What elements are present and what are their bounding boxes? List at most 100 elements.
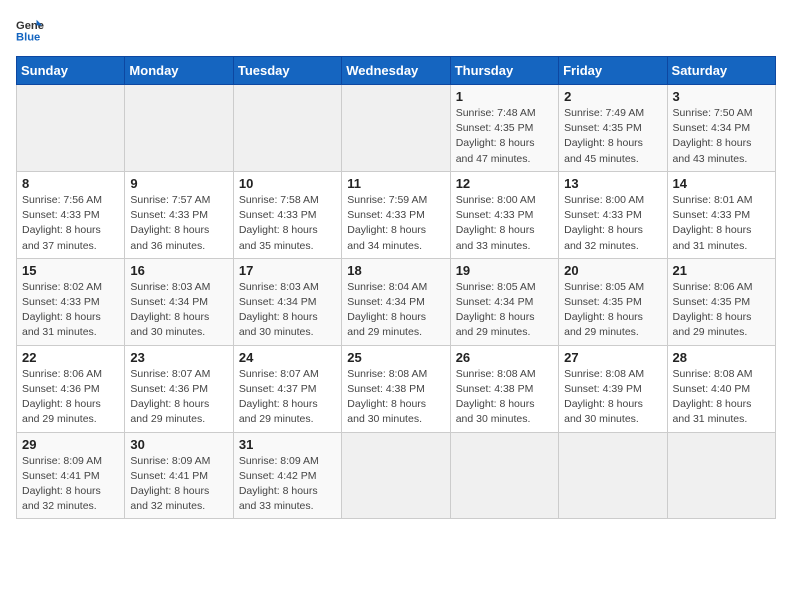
weekday-header: Tuesday xyxy=(233,57,341,85)
logo: General Blue xyxy=(16,16,44,44)
calendar-week-row: 15 Sunrise: 8:02 AMSunset: 4:33 PMDayligh… xyxy=(17,258,776,345)
day-number: 8 xyxy=(22,176,119,191)
weekday-header: Sunday xyxy=(17,57,125,85)
day-detail: Sunrise: 8:05 AMSunset: 4:35 PMDaylight:… xyxy=(564,280,661,341)
calendar-cell xyxy=(17,85,125,172)
logo-icon: General Blue xyxy=(16,16,44,44)
calendar-week-row: 29 Sunrise: 8:09 AMSunset: 4:41 PMDayligh… xyxy=(17,432,776,519)
day-number: 14 xyxy=(673,176,770,191)
day-number: 20 xyxy=(564,263,661,278)
day-number: 12 xyxy=(456,176,553,191)
day-detail: Sunrise: 7:56 AMSunset: 4:33 PMDaylight:… xyxy=(22,193,119,254)
day-number: 2 xyxy=(564,89,661,104)
calendar-cell: 23 Sunrise: 8:07 AMSunset: 4:36 PMDayligh… xyxy=(125,345,233,432)
calendar-cell: 27 Sunrise: 8:08 AMSunset: 4:39 PMDayligh… xyxy=(559,345,667,432)
calendar-cell xyxy=(450,432,558,519)
calendar-body: 1Sunrise: 7:48 AMSunset: 4:35 PMDaylight… xyxy=(17,85,776,519)
day-detail: Sunrise: 8:07 AMSunset: 4:37 PMDaylight:… xyxy=(239,367,336,428)
day-detail: Sunrise: 8:03 AMSunset: 4:34 PMDaylight:… xyxy=(239,280,336,341)
calendar-week-row: 1Sunrise: 7:48 AMSunset: 4:35 PMDaylight… xyxy=(17,85,776,172)
calendar-header-row: SundayMondayTuesdayWednesdayThursdayFrid… xyxy=(17,57,776,85)
calendar-cell: 15 Sunrise: 8:02 AMSunset: 4:33 PMDayligh… xyxy=(17,258,125,345)
calendar-cell xyxy=(342,85,450,172)
day-detail: Sunrise: 8:07 AMSunset: 4:36 PMDaylight:… xyxy=(130,367,227,428)
calendar-week-row: 8 Sunrise: 7:56 AMSunset: 4:33 PMDaylight… xyxy=(17,171,776,258)
calendar-cell: 25Sunrise: 8:08 AMSunset: 4:38 PMDayligh… xyxy=(342,345,450,432)
calendar-cell: 3Sunrise: 7:50 AMSunset: 4:34 PMDaylight… xyxy=(667,85,775,172)
day-detail: Sunrise: 8:00 AMSunset: 4:33 PMDaylight:… xyxy=(456,193,553,254)
svg-text:Blue: Blue xyxy=(16,31,40,43)
calendar-cell: 9 Sunrise: 7:57 AMSunset: 4:33 PMDaylight… xyxy=(125,171,233,258)
calendar-cell: 26 Sunrise: 8:08 AMSunset: 4:38 PMDayligh… xyxy=(450,345,558,432)
calendar-cell: 21Sunrise: 8:06 AMSunset: 4:35 PMDayligh… xyxy=(667,258,775,345)
day-number: 18 xyxy=(347,263,444,278)
day-number: 10 xyxy=(239,176,336,191)
day-detail: Sunrise: 8:09 AMSunset: 4:41 PMDaylight:… xyxy=(22,454,119,515)
weekday-header: Friday xyxy=(559,57,667,85)
calendar-cell: 22 Sunrise: 8:06 AMSunset: 4:36 PMDayligh… xyxy=(17,345,125,432)
day-number: 22 xyxy=(22,350,119,365)
calendar-cell: 12 Sunrise: 8:00 AMSunset: 4:33 PMDayligh… xyxy=(450,171,558,258)
day-detail: Sunrise: 8:05 AMSunset: 4:34 PMDaylight:… xyxy=(456,280,553,341)
calendar-cell xyxy=(233,85,341,172)
day-detail: Sunrise: 8:09 AMSunset: 4:41 PMDaylight:… xyxy=(130,454,227,515)
calendar-cell xyxy=(667,432,775,519)
weekday-header: Thursday xyxy=(450,57,558,85)
day-detail: Sunrise: 7:50 AMSunset: 4:34 PMDaylight:… xyxy=(673,106,770,167)
calendar-cell xyxy=(125,85,233,172)
day-number: 23 xyxy=(130,350,227,365)
day-detail: Sunrise: 8:06 AMSunset: 4:35 PMDaylight:… xyxy=(673,280,770,341)
day-detail: Sunrise: 7:49 AMSunset: 4:35 PMDaylight:… xyxy=(564,106,661,167)
calendar-week-row: 22 Sunrise: 8:06 AMSunset: 4:36 PMDayligh… xyxy=(17,345,776,432)
day-detail: Sunrise: 8:04 AMSunset: 4:34 PMDaylight:… xyxy=(347,280,444,341)
day-number: 9 xyxy=(130,176,227,191)
calendar-cell: 10 Sunrise: 7:58 AMSunset: 4:33 PMDayligh… xyxy=(233,171,341,258)
calendar-cell: 17 Sunrise: 8:03 AMSunset: 4:34 PMDayligh… xyxy=(233,258,341,345)
day-number: 31 xyxy=(239,437,336,452)
calendar-cell: 29 Sunrise: 8:09 AMSunset: 4:41 PMDayligh… xyxy=(17,432,125,519)
day-number: 19 xyxy=(456,263,553,278)
day-detail: Sunrise: 8:00 AMSunset: 4:33 PMDaylight:… xyxy=(564,193,661,254)
calendar-cell: 24Sunrise: 8:07 AMSunset: 4:37 PMDayligh… xyxy=(233,345,341,432)
day-detail: Sunrise: 8:06 AMSunset: 4:36 PMDaylight:… xyxy=(22,367,119,428)
calendar-cell: 1Sunrise: 7:48 AMSunset: 4:35 PMDaylight… xyxy=(450,85,558,172)
day-detail: Sunrise: 8:02 AMSunset: 4:33 PMDaylight:… xyxy=(22,280,119,341)
calendar-cell: 11 Sunrise: 7:59 AMSunset: 4:33 PMDayligh… xyxy=(342,171,450,258)
calendar-table: SundayMondayTuesdayWednesdayThursdayFrid… xyxy=(16,56,776,519)
calendar-cell: 28Sunrise: 8:08 AMSunset: 4:40 PMDayligh… xyxy=(667,345,775,432)
calendar-cell: 13 Sunrise: 8:00 AMSunset: 4:33 PMDayligh… xyxy=(559,171,667,258)
day-detail: Sunrise: 7:59 AMSunset: 4:33 PMDaylight:… xyxy=(347,193,444,254)
calendar-cell xyxy=(342,432,450,519)
day-number: 15 xyxy=(22,263,119,278)
day-detail: Sunrise: 8:08 AMSunset: 4:38 PMDaylight:… xyxy=(456,367,553,428)
day-number: 27 xyxy=(564,350,661,365)
day-number: 25 xyxy=(347,350,444,365)
day-number: 1 xyxy=(456,89,553,104)
day-number: 17 xyxy=(239,263,336,278)
calendar-cell: 16 Sunrise: 8:03 AMSunset: 4:34 PMDayligh… xyxy=(125,258,233,345)
day-number: 11 xyxy=(347,176,444,191)
day-detail: Sunrise: 8:08 AMSunset: 4:40 PMDaylight:… xyxy=(673,367,770,428)
day-number: 13 xyxy=(564,176,661,191)
calendar-cell: 8 Sunrise: 7:56 AMSunset: 4:33 PMDaylight… xyxy=(17,171,125,258)
calendar-cell: 14 Sunrise: 8:01 AMSunset: 4:33 PMDayligh… xyxy=(667,171,775,258)
day-number: 26 xyxy=(456,350,553,365)
calendar-cell: 20 Sunrise: 8:05 AMSunset: 4:35 PMDayligh… xyxy=(559,258,667,345)
calendar-cell: 31 Sunrise: 8:09 AMSunset: 4:42 PMDayligh… xyxy=(233,432,341,519)
calendar-cell: 18 Sunrise: 8:04 AMSunset: 4:34 PMDayligh… xyxy=(342,258,450,345)
weekday-header: Wednesday xyxy=(342,57,450,85)
day-detail: Sunrise: 8:09 AMSunset: 4:42 PMDaylight:… xyxy=(239,454,336,515)
day-number: 29 xyxy=(22,437,119,452)
day-detail: Sunrise: 7:57 AMSunset: 4:33 PMDaylight:… xyxy=(130,193,227,254)
calendar-cell: 30 Sunrise: 8:09 AMSunset: 4:41 PMDayligh… xyxy=(125,432,233,519)
header: General Blue xyxy=(16,16,776,44)
day-detail: Sunrise: 8:08 AMSunset: 4:39 PMDaylight:… xyxy=(564,367,661,428)
weekday-header: Saturday xyxy=(667,57,775,85)
day-number: 30 xyxy=(130,437,227,452)
day-number: 16 xyxy=(130,263,227,278)
day-detail: Sunrise: 8:01 AMSunset: 4:33 PMDaylight:… xyxy=(673,193,770,254)
calendar-cell: 19 Sunrise: 8:05 AMSunset: 4:34 PMDayligh… xyxy=(450,258,558,345)
day-detail: Sunrise: 7:58 AMSunset: 4:33 PMDaylight:… xyxy=(239,193,336,254)
day-detail: Sunrise: 8:03 AMSunset: 4:34 PMDaylight:… xyxy=(130,280,227,341)
calendar-cell xyxy=(559,432,667,519)
